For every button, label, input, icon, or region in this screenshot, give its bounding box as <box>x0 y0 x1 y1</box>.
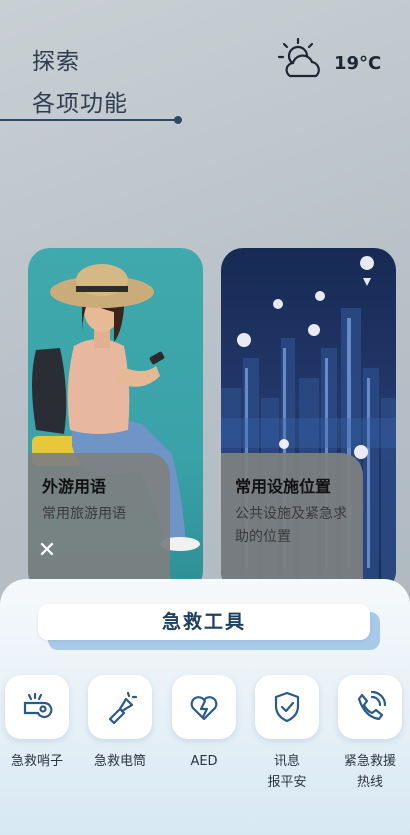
tool-whistle[interactable]: 急救哨子 <box>0 675 78 772</box>
weather-widget: 19°C <box>276 36 396 88</box>
first-aid-sheet: 急救工具 急救哨子 急救电筒 AED 讯息 报平安 紧急救援 热线 <box>0 579 410 835</box>
phone-call-icon <box>357 690 387 721</box>
sheet-title: 急救工具 <box>161 611 246 633</box>
card-subtitle: 公共设施及紧急求助的位置 <box>235 506 347 545</box>
partly-cloudy-icon <box>277 37 320 78</box>
close-icon[interactable]: ✕ <box>36 540 58 562</box>
tool-icon-box[interactable] <box>255 675 319 739</box>
tool-icon-box[interactable] <box>5 675 69 739</box>
header: 探索 各项功能 19°C <box>0 0 410 140</box>
title-underline <box>0 119 178 121</box>
card-info-panel: 外游用语 常用旅游用语 <box>28 453 170 593</box>
card-title: 外游用语 <box>42 477 107 496</box>
card-title: 常用设施位置 <box>235 477 332 496</box>
card-info-panel: 常用设施位置 公共设施及紧急求助的位置 <box>221 453 363 593</box>
tool-emergency-hotline[interactable]: 紧急救援 热线 <box>329 675 410 793</box>
card-subtitle: 常用旅游用语 <box>42 506 126 522</box>
tool-label: 急救哨子 <box>10 754 63 769</box>
temperature: 19°C <box>334 53 382 74</box>
tool-label: 讯息 报平安 <box>267 754 307 790</box>
tool-aed[interactable]: AED <box>163 675 245 772</box>
heart-pulse-icon <box>190 696 218 721</box>
whistle-icon <box>23 692 53 719</box>
tool-label: 紧急救援 热线 <box>343 754 396 790</box>
shield-check-icon <box>274 691 300 723</box>
tool-list: 急救哨子 急救电筒 AED 讯息 报平安 紧急救援 热线 <box>0 675 410 835</box>
tool-icon-box[interactable] <box>88 675 152 739</box>
tool-icon-box[interactable] <box>338 675 402 739</box>
tool-icon-box[interactable] <box>172 675 236 739</box>
page-title-line1: 探索 <box>32 49 80 75</box>
title-underline-dot <box>174 116 182 124</box>
tool-label: 急救电筒 <box>93 754 146 769</box>
card-facility-locations[interactable]: 常用设施位置 公共设施及紧急求助的位置 <box>221 248 396 593</box>
tool-flashlight[interactable]: 急救电筒 <box>79 675 161 772</box>
tool-report-safe[interactable]: 讯息 报平安 <box>246 675 328 793</box>
tool-label: AED <box>190 754 218 769</box>
flashlight-icon <box>108 691 138 725</box>
first-aid-title-pill: 急救工具 <box>38 604 370 640</box>
page-title-line2: 各项功能 <box>32 91 128 117</box>
